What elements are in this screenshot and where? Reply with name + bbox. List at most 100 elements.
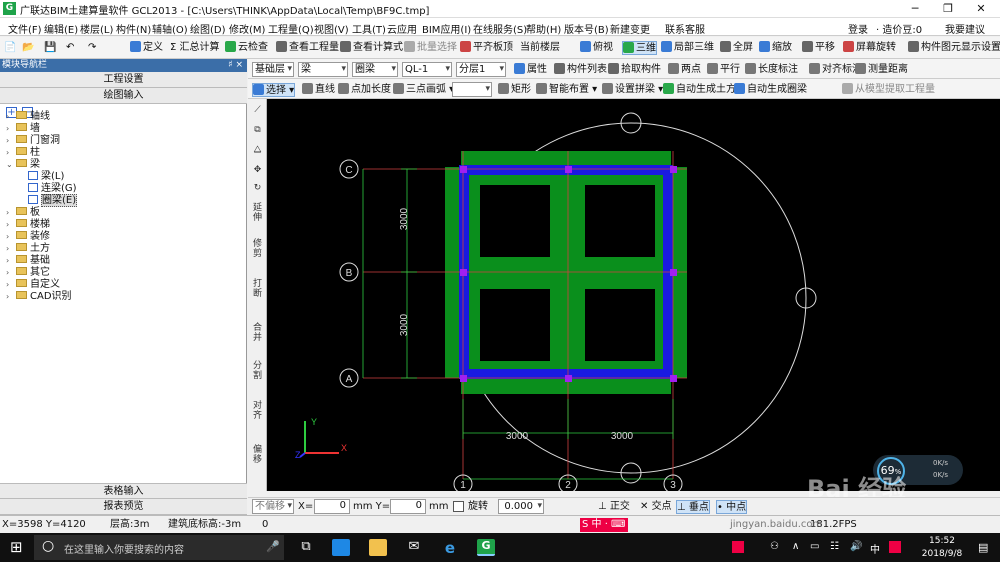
menu-cloud[interactable]: 云应用 [387, 21, 417, 36]
perp-button[interactable]: ⊥ 垂点 [676, 500, 710, 514]
y-input[interactable]: 0 [390, 499, 426, 514]
tree-leaf[interactable]: 梁(L) [28, 171, 64, 183]
two-points-button[interactable]: 两点 [668, 63, 701, 77]
tree-folder[interactable]: › 其它 [6, 267, 50, 279]
close-button[interactable]: ✕ [966, 0, 996, 18]
select-button[interactable]: 选择 ▾ [252, 83, 296, 97]
current-floor-button[interactable]: 当前楼层 [520, 41, 560, 55]
auto-ringbeam-button[interactable]: 自动生成圈梁 [734, 83, 807, 97]
expand-icon[interactable]: › [6, 111, 14, 123]
measure-button[interactable]: 测量距离 [855, 63, 908, 77]
trim-tool[interactable]: 修剪 [249, 239, 266, 269]
menu-draw[interactable]: 绘图(D) [190, 21, 226, 36]
save-icon[interactable]: 💾 [44, 41, 56, 55]
mic-icon[interactable]: 🎤 [266, 540, 280, 553]
task-view-icon[interactable]: ⧉ [297, 539, 315, 556]
battery-icon[interactable]: ▭ [810, 541, 819, 552]
tree-folder[interactable]: › 土方 [6, 243, 50, 255]
3d-button[interactable]: 三维 [622, 41, 657, 55]
menu-file[interactable]: 文件(F) [8, 21, 42, 36]
auto-earth-button[interactable]: 自动生成土方 [663, 83, 736, 97]
expand-icon[interactable]: › [6, 207, 14, 219]
tree-folder[interactable]: › 柱 [6, 147, 40, 159]
line-button[interactable]: 直线 [302, 83, 335, 97]
sum-button[interactable]: Σ 汇总计算 [170, 41, 220, 55]
name-select[interactable]: QL-1 [402, 62, 452, 77]
expand-icon[interactable]: › [6, 267, 14, 279]
project-settings-button[interactable]: 工程设置 [0, 72, 247, 88]
login-button[interactable]: 登录 [848, 21, 868, 36]
menu-contact[interactable]: 联系客服 [665, 21, 705, 36]
notification-icon[interactable]: ▤ [978, 541, 988, 554]
subtype-select[interactable]: 圈梁 [352, 62, 398, 77]
menu-edit[interactable]: 编辑(E) [44, 21, 78, 36]
expand-icon[interactable]: › [6, 279, 14, 291]
expand-icon[interactable]: › [6, 243, 14, 255]
windows-start-icon[interactable]: ⊞ [10, 539, 26, 555]
draw-input-button[interactable]: 绘图输入 [0, 88, 247, 104]
tree-folder[interactable]: › CAD识别 [6, 291, 72, 303]
offset-select[interactable]: 不偏移 [252, 499, 294, 514]
menu-bim[interactable]: BIM应用(I) [422, 21, 471, 36]
open-icon[interactable]: 📂 [22, 41, 34, 55]
pick-button[interactable]: 拾取构件 [608, 63, 661, 77]
x-input[interactable]: 0 [314, 499, 350, 514]
top-view-button[interactable]: 俯视 [580, 41, 613, 55]
display-settings-button[interactable]: 构件图元显示设置 [908, 41, 1000, 55]
tool-icon-2[interactable]: ⧉ [249, 125, 266, 135]
menu-view[interactable]: 视图(V) [314, 21, 349, 36]
local-3d-button[interactable]: 局部三维 [661, 41, 714, 55]
menu-component[interactable]: 构件(N) [116, 21, 151, 36]
fullscreen-button[interactable]: 全屏 [720, 41, 753, 55]
taskbar-app-icon-1[interactable] [332, 539, 350, 556]
menu-modify[interactable]: 修改(M) [229, 21, 265, 36]
midpoint-button[interactable]: • 中点 [716, 500, 748, 514]
menu-tools[interactable]: 工具(T) [352, 21, 386, 36]
tree-folder[interactable]: › 装修 [6, 231, 50, 243]
expand-icon[interactable]: › [6, 291, 14, 303]
menu-quantity[interactable]: 工程量(Q) [268, 21, 314, 36]
ortho-button[interactable]: ⊥ 正交 [598, 500, 630, 514]
floor-select[interactable]: 基础层 [252, 62, 294, 77]
tree-folder[interactable]: › 基础 [6, 255, 50, 267]
splice-button[interactable]: 设置拼梁 ▾ [602, 83, 663, 97]
report-preview-button[interactable]: 报表预览 [0, 499, 247, 515]
component-list-button[interactable]: 构件列表 [554, 63, 607, 77]
move-icon[interactable]: ✥ [249, 165, 266, 175]
rotate-screen-button[interactable]: 屏幕旋转 [843, 41, 896, 55]
drawing-canvas[interactable]: C B A 1 2 3 3000 3000 3000 3000 Y X Z 69… [267, 99, 1000, 503]
edge-icon[interactable]: e [441, 539, 459, 557]
align-top-button[interactable]: 平齐板顶 [460, 41, 513, 55]
redo-icon[interactable]: ↷ [88, 41, 96, 55]
suggest-button[interactable]: 我要建议 [945, 21, 985, 36]
point-length-button[interactable]: 点加长度 [338, 83, 391, 97]
break-tool[interactable]: 打断 [249, 279, 266, 313]
menu-version[interactable]: 版本号(B) [564, 21, 609, 36]
expand-icon[interactable]: › [6, 255, 14, 267]
expand-icon[interactable]: › [6, 219, 14, 231]
merge-tool[interactable]: 合并 [249, 323, 266, 353]
view-formula-button[interactable]: 查看计算式 [340, 41, 403, 55]
arc-button[interactable]: 三点画弧 ▾ [393, 83, 454, 97]
expand-icon[interactable]: › [6, 123, 14, 135]
arc-select[interactable] [452, 82, 492, 97]
expand-icon[interactable]: › [6, 231, 14, 243]
tree-folder[interactable]: › 墙 [6, 123, 40, 135]
menu-new-change[interactable]: 新建变更 [610, 21, 650, 36]
properties-button[interactable]: 属性 [514, 63, 547, 77]
sogou-tray-icon[interactable] [732, 541, 744, 553]
tree-folder[interactable]: › 门窗洞 [6, 135, 60, 147]
rotate-angle-input[interactable]: 0.000 [498, 499, 544, 514]
tree-folder[interactable]: › 楼梯 [6, 219, 50, 231]
intersect-button[interactable]: ✕ 交点 [640, 500, 672, 514]
network-icon[interactable]: ☷ [830, 541, 839, 552]
tree-folder[interactable]: ⌄ 梁 [6, 159, 40, 171]
file-explorer-icon[interactable] [369, 539, 387, 556]
mirror-icon[interactable]: ⧋ [249, 145, 266, 155]
maximize-button[interactable]: ❐ [933, 0, 963, 18]
extend-tool[interactable]: 延伸 [249, 203, 266, 233]
menu-floor[interactable]: 楼层(L) [80, 21, 113, 36]
cloud-check-button[interactable]: 云检查 [225, 41, 268, 55]
define-button[interactable]: 定义 [130, 41, 163, 55]
tray-up-icon[interactable]: ∧ [792, 541, 799, 552]
